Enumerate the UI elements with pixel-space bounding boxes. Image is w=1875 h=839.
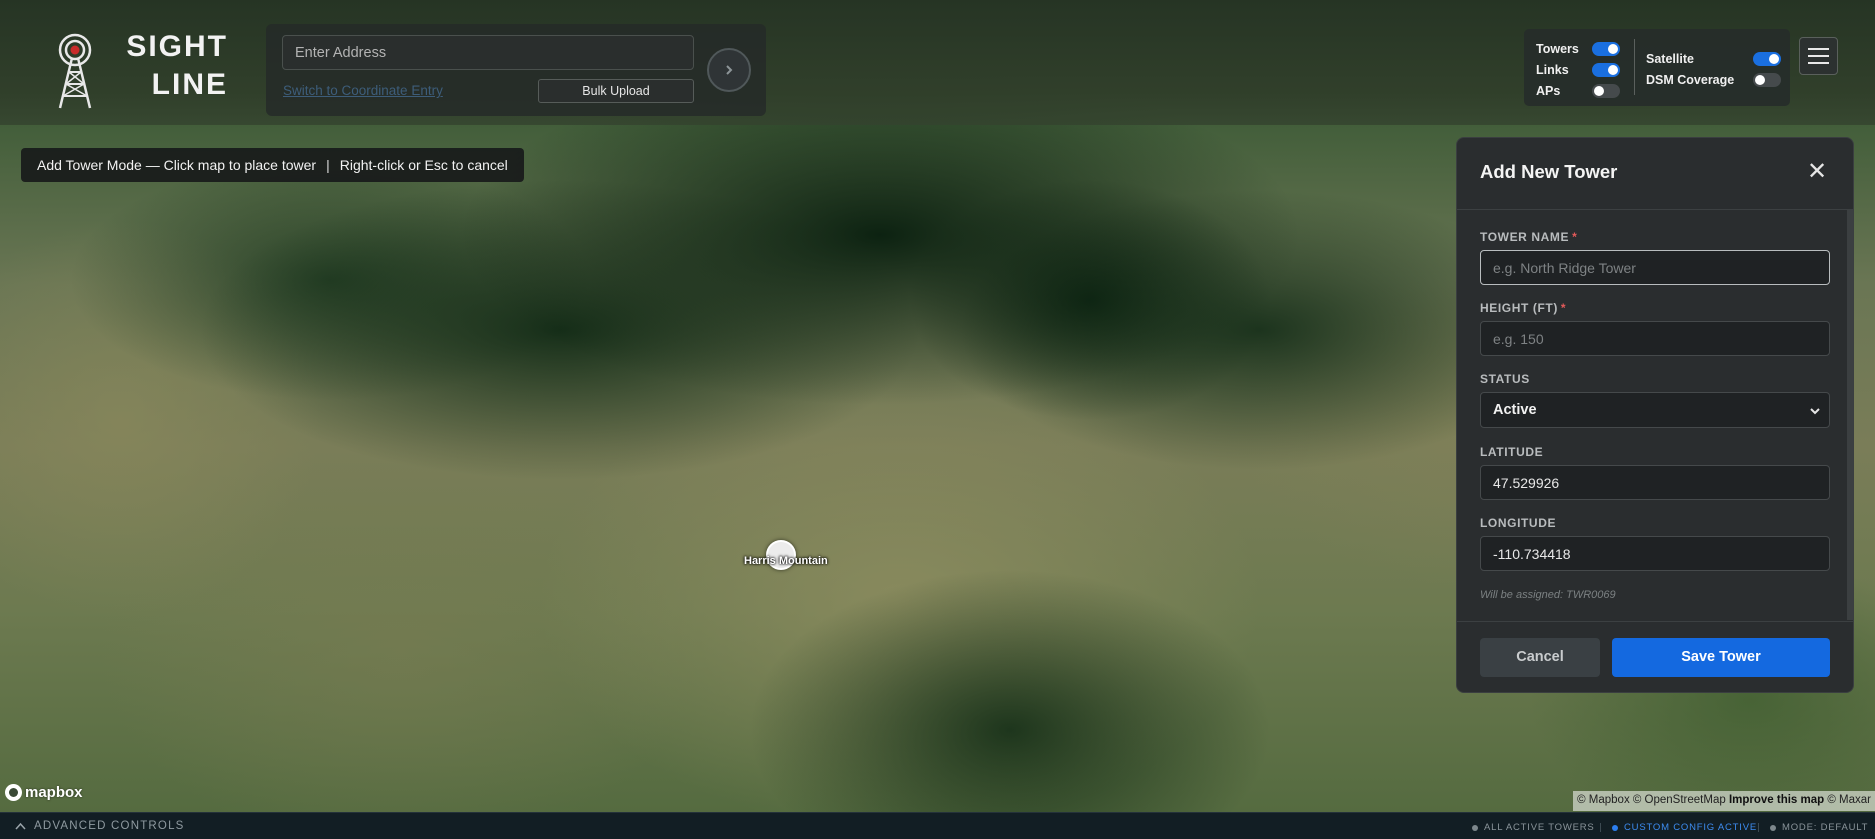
logo-text: SIGHT LINE xyxy=(114,28,228,104)
status-separator xyxy=(1600,823,1601,832)
radio-tower-icon xyxy=(58,33,92,109)
chevron-right-icon xyxy=(726,65,733,75)
chevron-up-icon xyxy=(15,822,26,830)
layer-toggle-satellite[interactable]: Satellite xyxy=(1646,51,1782,67)
height-label: HEIGHT (FT) * xyxy=(1480,301,1567,315)
longitude-label: LONGITUDE xyxy=(1480,516,1557,530)
bottom-status-bar: ADVANCED CONTROLS ALL ACTIVE TOWERS CUST… xyxy=(0,812,1875,839)
attribution-maxar[interactable]: © Maxar xyxy=(1827,794,1871,806)
layer-toggle-towers[interactable]: Towers xyxy=(1536,41,1626,57)
panel-title: Add New Tower xyxy=(1480,161,1618,182)
status-custom-config: CUSTOM CONFIG ACTIVE xyxy=(1612,822,1757,833)
cancel-button[interactable]: Cancel xyxy=(1480,638,1600,677)
tower-name-input[interactable] xyxy=(1480,250,1830,285)
close-icon[interactable]: ✕ xyxy=(1807,160,1827,184)
layer-toggle-label: DSM Coverage xyxy=(1646,73,1735,87)
latitude-input[interactable] xyxy=(1480,465,1830,500)
improve-map-link[interactable]: Improve this map xyxy=(1729,794,1824,806)
longitude-input[interactable] xyxy=(1480,536,1830,571)
status-select[interactable]: Active xyxy=(1480,392,1830,428)
advanced-controls-label: ADVANCED CONTROLS xyxy=(34,820,185,832)
layer-toggle-dsm-coverage[interactable]: DSM Coverage xyxy=(1646,72,1782,88)
layer-toggle-label: Towers xyxy=(1536,42,1579,56)
toggle-switch[interactable] xyxy=(1753,52,1781,66)
toggle-switch[interactable] xyxy=(1753,73,1781,87)
status-separator xyxy=(1758,823,1759,832)
hamburger-menu-icon[interactable] xyxy=(1799,37,1838,75)
attribution-text[interactable]: © Mapbox © OpenStreetMap xyxy=(1577,794,1726,806)
add-tower-panel: Add New Tower ✕ TOWER NAME* HEIGHT (FT)*… xyxy=(1456,137,1854,693)
status-all-active-towers: ALL ACTIVE TOWERS xyxy=(1472,822,1595,833)
mapbox-logo-icon xyxy=(5,784,22,801)
bulk-upload-button[interactable]: Bulk Upload xyxy=(538,79,694,103)
mode-banner-cancel-hint: Right-click or Esc to cancel xyxy=(339,157,508,173)
map-attribution: © Mapbox © OpenStreetMap Improve this ma… xyxy=(1573,791,1875,811)
layer-toggle-links[interactable]: Links xyxy=(1536,62,1626,78)
assigned-id-note: Will be assigned: TWR0069 xyxy=(1480,589,1616,601)
logo-text-line1: SIGHT xyxy=(126,30,228,63)
tower-map-label: Harris Mountain xyxy=(744,555,828,567)
coordinate-entry-link[interactable]: Switch to Coordinate Entry xyxy=(283,83,443,98)
panel-header: Add New Tower ✕ xyxy=(1457,138,1853,210)
layer-toggle-panel: Towers Links APs Satellite DSM Coverage xyxy=(1524,29,1790,106)
status-dot-icon xyxy=(1472,824,1478,831)
toggle-switch[interactable] xyxy=(1592,42,1620,56)
mapbox-logo[interactable]: mapbox xyxy=(5,784,83,801)
toggle-switch[interactable] xyxy=(1592,84,1620,98)
save-tower-button[interactable]: Save Tower xyxy=(1612,638,1830,677)
app-logo: SIGHT LINE xyxy=(48,28,228,112)
address-input[interactable] xyxy=(282,35,694,70)
status-mode: MODE: DEFAULT xyxy=(1770,822,1868,833)
logo-text-line2: LINE xyxy=(151,68,228,101)
mode-banner-separator: | xyxy=(326,157,330,173)
tower-name-label: TOWER NAME * xyxy=(1480,230,1578,244)
status-label: STATUS xyxy=(1480,372,1530,386)
layer-toggle-label: APs xyxy=(1536,84,1561,98)
panel-scrollbar[interactable] xyxy=(1847,210,1853,620)
mapbox-logo-text: mapbox xyxy=(25,784,83,801)
status-dot-icon xyxy=(1612,824,1618,831)
status-dot-icon xyxy=(1770,824,1776,831)
latitude-label: LATITUDE xyxy=(1480,445,1544,459)
layer-toggle-aps[interactable]: APs xyxy=(1536,83,1626,99)
layer-toggle-label: Links xyxy=(1536,63,1569,77)
search-go-button[interactable] xyxy=(707,48,751,92)
mode-banner-instruction: Add Tower Mode — Click map to place towe… xyxy=(37,157,317,173)
height-input[interactable] xyxy=(1480,321,1830,356)
address-search-panel: Switch to Coordinate Entry Bulk Upload xyxy=(266,24,766,116)
add-tower-mode-banner: Add Tower Mode — Click map to place towe… xyxy=(21,148,524,182)
layer-toggle-label: Satellite xyxy=(1646,52,1694,66)
toggle-switch[interactable] xyxy=(1592,63,1620,77)
advanced-controls-toggle[interactable]: ADVANCED CONTROLS xyxy=(15,820,185,832)
status-select-value: Active xyxy=(1493,402,1537,418)
layer-divider xyxy=(1634,39,1635,95)
chevron-down-icon xyxy=(1810,408,1820,415)
